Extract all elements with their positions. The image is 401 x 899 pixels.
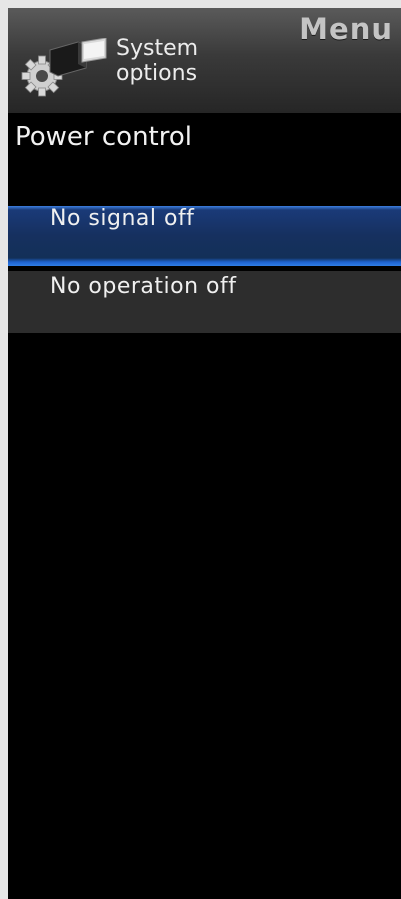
section-label-line1: System (116, 36, 199, 61)
system-options-icon (21, 38, 107, 97)
menu-item-no-signal-off[interactable]: No signal off (8, 206, 401, 266)
menu-header: System options Menu (8, 8, 401, 113)
menu-item-label: No signal off (50, 206, 195, 231)
menu-title: Menu (299, 12, 393, 46)
section-label: System options (116, 36, 256, 86)
section-label-line2: options (116, 61, 198, 86)
menu-panel: System options Menu Power control No sig… (8, 8, 401, 899)
page-title: Power control (15, 122, 192, 152)
menu-item-label: No operation off (50, 274, 237, 299)
menu-item-no-operation-off[interactable]: No operation off (8, 271, 401, 333)
